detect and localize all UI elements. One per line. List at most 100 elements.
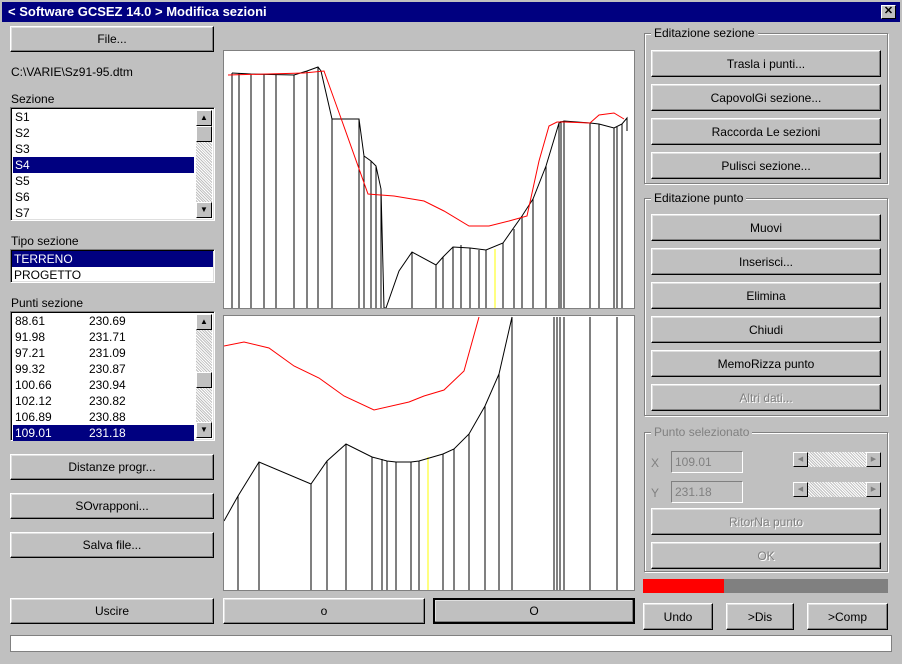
punto-x: 102.12 <box>15 394 52 408</box>
chiudi-button[interactable]: Chiudi <box>651 316 881 343</box>
title-bar: < Software GCSEZ 14.0 > Modifica sezioni… <box>2 2 900 22</box>
scroll-down-icon[interactable]: ▼ <box>196 422 212 438</box>
sezione-listbox[interactable]: S1 S2 S3 S4 S5 S6 S7 ▲ ▼ <box>10 107 215 221</box>
slider-right-icon[interactable]: ▶ <box>866 452 881 467</box>
scroll-up-icon[interactable]: ▲ <box>196 110 212 126</box>
capovolgi-button[interactable]: CapovolGi sezione... <box>651 84 881 111</box>
list-item[interactable]: S4 <box>13 157 194 173</box>
main-window: < Software GCSEZ 14.0 > Modifica sezioni… <box>0 0 902 664</box>
punto-y: 230.87 <box>89 362 126 376</box>
sezione-scrollbar[interactable]: ▲ ▼ <box>196 110 212 218</box>
list-item[interactable]: S6 <box>13 189 194 205</box>
list-item[interactable]: TERRENO <box>12 251 213 267</box>
list-item[interactable]: 102.12 230.82 <box>13 393 194 409</box>
elimina-label: Elimina <box>746 288 786 303</box>
pulisci-button[interactable]: Pulisci sezione... <box>651 152 881 179</box>
chiudi-label: Chiudi <box>748 322 784 337</box>
salva-button[interactable]: Salva file... <box>10 532 214 558</box>
punto-selezionato-title: Punto selezionato <box>651 425 753 439</box>
zoom-in-label: O <box>529 604 539 618</box>
distanze-label: Distanze progr... <box>68 460 156 474</box>
elimina-button[interactable]: Elimina <box>651 282 881 309</box>
comp-label: >Comp <box>827 609 868 624</box>
list-item[interactable]: S1 <box>13 109 194 125</box>
list-item[interactable]: S5 <box>13 173 194 189</box>
y-value-field[interactable]: 231.18 <box>671 481 743 503</box>
memorizza-button[interactable]: MemoRizza punto <box>651 350 881 377</box>
altri-dati-button[interactable]: Altri dati... <box>651 384 881 411</box>
y-label: Y <box>651 486 660 500</box>
altri-dati-label: Altri dati... <box>739 390 793 405</box>
punti-items: 88.61 230.69 91.98 231.71 97.21 231.09 99.32 23… <box>13 313 194 441</box>
punto-x: 97.21 <box>15 346 46 360</box>
list-item[interactable]: 106.89 230.88 <box>13 409 194 425</box>
sezione-items: S1 S2 S3 S4 S5 S6 S7 <box>13 109 194 221</box>
punto-x: 109.01 <box>15 426 52 440</box>
list-item[interactable]: 109.01 231.18 <box>13 425 194 441</box>
plot-lower-svg <box>223 316 618 590</box>
sovrapponi-label: SOvrapponi... <box>75 499 149 513</box>
tipo-listbox[interactable]: TERRENO PROGETTO <box>10 249 215 283</box>
x-slider[interactable]: ◀ ▶ <box>793 452 881 467</box>
file-button-label: File... <box>97 32 127 46</box>
ok-label: OK <box>757 548 775 563</box>
list-item[interactable]: S3 <box>13 141 194 157</box>
y-slider[interactable]: ◀ ▶ <box>793 482 881 497</box>
trasla-button[interactable]: Trasla i punti... <box>651 50 881 77</box>
sovrapponi-button[interactable]: SOvrapponi... <box>10 493 214 519</box>
zoom-out-button[interactable]: o <box>223 598 425 624</box>
x-value-field[interactable]: 109.01 <box>671 451 743 473</box>
scroll-down-icon[interactable]: ▼ <box>196 202 212 218</box>
ritorna-button[interactable]: RitorNa punto <box>651 508 881 535</box>
salva-label: Salva file... <box>82 538 142 552</box>
list-item[interactable]: S2 <box>13 125 194 141</box>
raccorda-button[interactable]: Raccorda Le sezioni <box>651 118 881 145</box>
slider-left-icon[interactable]: ◀ <box>793 482 808 497</box>
list-item[interactable]: 99.32 230.87 <box>13 361 194 377</box>
punti-listbox[interactable]: 88.61 230.69 91.98 231.71 97.21 231.09 99.32 23… <box>10 311 215 441</box>
punto-y: 230.82 <box>89 394 126 408</box>
close-icon[interactable]: ✕ <box>881 5 896 19</box>
list-item[interactable]: 97.21 231.09 <box>13 345 194 361</box>
uscire-button[interactable]: Uscire <box>10 598 214 624</box>
muovi-button[interactable]: Muovi <box>651 214 881 241</box>
progress-bar <box>643 579 888 593</box>
punti-scrollbar[interactable]: ▲ ▼ <box>196 314 212 438</box>
list-item[interactable]: S7 <box>13 205 194 221</box>
punto-y: 230.94 <box>89 378 126 392</box>
plot-upper-svg <box>227 66 628 309</box>
raccorda-label: Raccorda Le sezioni <box>711 124 821 139</box>
plot-upper[interactable] <box>223 50 635 309</box>
dis-button[interactable]: >Dis <box>726 603 794 630</box>
punto-y: 231.09 <box>89 346 126 360</box>
plot-lower[interactable] <box>223 315 635 591</box>
punto-x: 88.61 <box>15 314 46 328</box>
pulisci-label: Pulisci sezione... <box>721 158 811 173</box>
list-item[interactable]: 88.61 230.69 <box>13 313 194 329</box>
distanze-button[interactable]: Distanze progr... <box>10 454 214 480</box>
list-item[interactable]: 100.66 230.94 <box>13 377 194 393</box>
scroll-up-icon[interactable]: ▲ <box>196 314 212 330</box>
undo-button[interactable]: Undo <box>643 603 713 630</box>
inserisci-button[interactable]: Inserisci... <box>651 248 881 275</box>
capovolgi-label: CapovolGi sezione... <box>710 90 822 105</box>
status-bar <box>10 635 892 652</box>
inserisci-label: Inserisci... <box>738 254 793 269</box>
slider-left-icon[interactable]: ◀ <box>793 452 808 467</box>
punto-y: 231.18 <box>89 426 126 440</box>
punto-x: 91.98 <box>15 330 46 344</box>
slider-right-icon[interactable]: ▶ <box>866 482 881 497</box>
progress-fill <box>643 579 724 593</box>
comp-button[interactable]: >Comp <box>807 603 888 630</box>
scroll-thumb[interactable] <box>196 126 212 142</box>
file-button[interactable]: File... <box>10 26 214 52</box>
ok-button[interactable]: OK <box>651 542 881 569</box>
undo-label: Undo <box>663 609 693 624</box>
zoom-in-button[interactable]: O <box>433 598 635 624</box>
project-line <box>227 70 625 227</box>
list-item[interactable]: PROGETTO <box>12 267 213 283</box>
muovi-label: Muovi <box>749 220 782 235</box>
list-item[interactable]: 91.98 231.71 <box>13 329 194 345</box>
scroll-thumb[interactable] <box>196 372 212 388</box>
punti-label: Punti sezione <box>11 296 84 310</box>
